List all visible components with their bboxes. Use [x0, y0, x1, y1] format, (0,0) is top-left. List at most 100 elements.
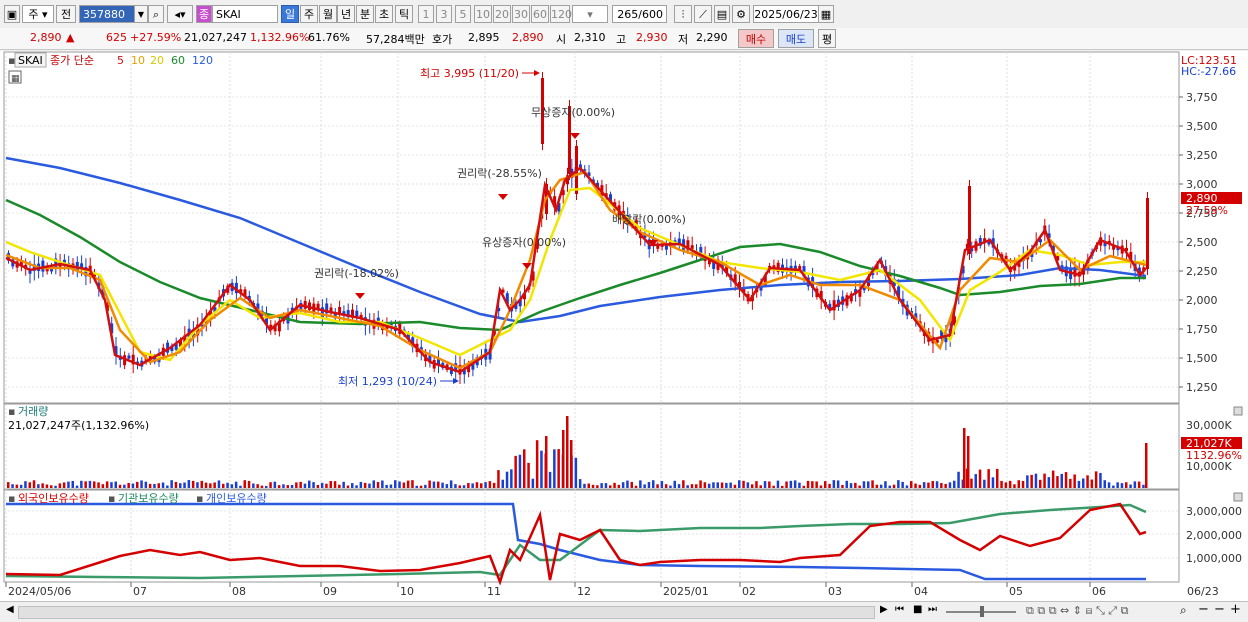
interval-button-20[interactable]: 20 — [493, 5, 511, 23]
last-page-icon[interactable]: ⏭ — [928, 604, 937, 615]
volume-bar — [342, 481, 345, 488]
volume-bar — [424, 484, 427, 488]
volume-bar — [819, 485, 823, 488]
zoom-slider-handle[interactable] — [980, 606, 984, 617]
volume-bar — [54, 485, 57, 488]
volume-bar — [19, 484, 23, 488]
volume-bar — [1125, 482, 1128, 488]
date-field[interactable]: 2025/06/23 — [753, 5, 819, 23]
volume-bar — [484, 482, 487, 488]
buy-button[interactable]: 매수 — [738, 29, 774, 48]
price-tick-label: 1,750 — [1186, 323, 1218, 336]
volume-bar — [290, 485, 294, 488]
volume-bar — [669, 485, 672, 488]
volume-bar — [295, 482, 298, 488]
volume-bar — [875, 484, 879, 488]
zoom-out-icon[interactable]: − — [1198, 602, 1209, 617]
interval-button-10[interactable]: 10 — [474, 5, 492, 23]
high-annotation: 최고 3,995 (11/20) — [420, 67, 519, 80]
hc-label: HC:-27.66 — [1181, 65, 1236, 78]
price-axis: 3,7503,5003,2503,0002,7502,5002,2502,000… — [1179, 91, 1218, 394]
period-button-6[interactable]: 틱 — [395, 5, 413, 23]
layout-icon[interactable]: ▣ — [4, 5, 20, 23]
settings-gear-icon[interactable]: ⚙ — [732, 5, 750, 23]
count-total: /600 — [638, 8, 663, 21]
first-page-icon[interactable]: ⏮ — [895, 604, 904, 615]
spike-body — [1146, 198, 1149, 269]
interval-button-3[interactable]: 3 — [436, 5, 452, 23]
price-tick-label: 3,250 — [1186, 149, 1218, 162]
volume-bar — [712, 482, 715, 488]
sell-button[interactable]: 매도 — [778, 29, 814, 48]
period-button-4[interactable]: 분 — [356, 5, 374, 23]
date-tick-label: 08 — [232, 585, 246, 598]
zoom-minus-icon[interactable]: − — [1214, 602, 1225, 617]
volume-bar — [1017, 480, 1020, 488]
layout-tools-icon[interactable]: ⧉ ⧉ ⧉ ⇔ ⇕ ⧈ ⤡ ⤢ ⧉ — [1026, 604, 1128, 618]
interval-input[interactable]: ▾ — [572, 5, 608, 23]
code-dropdown-icon[interactable]: ▼ — [134, 5, 148, 23]
period-button-1[interactable]: 주 — [300, 5, 318, 23]
volume-bar — [879, 484, 883, 488]
interval-button-60[interactable]: 60 — [531, 5, 549, 23]
scroll-track[interactable] — [18, 606, 875, 619]
volume-bar — [647, 482, 651, 488]
interval-button-120[interactable]: 120 — [550, 5, 572, 23]
volume-bar — [1034, 473, 1038, 488]
interval-button-1[interactable]: 1 — [418, 5, 434, 23]
volume-bar — [148, 483, 152, 488]
volume-bar — [768, 481, 771, 488]
zoom-search-icon[interactable]: ⌕ — [1180, 603, 1187, 618]
volume-bar — [793, 480, 797, 488]
volume-bar — [467, 482, 470, 488]
stock-code-input[interactable]: 357880 — [79, 5, 135, 23]
mode-select[interactable]: 주 ▾ — [22, 5, 54, 23]
open-label: 시 — [556, 33, 567, 46]
period-button-3[interactable]: 년 — [337, 5, 355, 23]
average-button[interactable]: 평 — [818, 29, 836, 48]
volume-bar — [871, 480, 874, 488]
price-tick-label: 1,250 — [1186, 381, 1218, 394]
volume-bar — [320, 482, 324, 488]
stop-icon[interactable]: ■ — [913, 604, 922, 615]
candle-body — [127, 355, 131, 359]
current-price: 2,890 — [30, 31, 62, 44]
candle-type-icon[interactable]: ⫶ — [674, 5, 692, 23]
count-field[interactable]: 265/600 — [612, 5, 667, 23]
save-icon[interactable]: ▤ — [714, 5, 730, 23]
volume-bar — [1090, 479, 1094, 488]
volume-bar — [978, 469, 982, 488]
period-button-0[interactable]: 일 — [281, 5, 299, 23]
volume-bar — [897, 480, 900, 488]
ma120-label: 120 — [192, 54, 213, 67]
prev-button[interactable]: 전 — [56, 5, 76, 23]
interval-button-5[interactable]: 5 — [455, 5, 471, 23]
period-button-5[interactable]: 초 — [375, 5, 393, 23]
period-button-2[interactable]: 월 — [319, 5, 337, 23]
zoom-in-icon[interactable]: + — [1230, 602, 1241, 617]
search-icon[interactable]: ⌕ — [148, 5, 164, 23]
calendar-icon[interactable]: ▦ — [818, 5, 834, 23]
price-tick-label: 3,750 — [1186, 91, 1218, 104]
scroll-right-icon[interactable]: ▶ — [880, 604, 888, 615]
legend-sep-2: ▪ — [196, 492, 203, 505]
stock-chart[interactable]: ▪ SKAI 종가 단순 5 10 20 60 120 ▦ LC:123.51 … — [0, 51, 1248, 601]
volume-bar — [931, 481, 934, 488]
line-tool-icon[interactable]: ⟋ — [694, 5, 712, 23]
volume-bar — [781, 485, 784, 488]
interval-button-30[interactable]: 30 — [512, 5, 530, 23]
volume-bar — [987, 469, 990, 488]
stock-name-field[interactable]: SKAI — [212, 5, 278, 23]
volume-bar — [983, 479, 986, 488]
volume-bar — [828, 483, 831, 488]
high-price: 2,930 — [636, 31, 668, 44]
volume-bar — [41, 483, 44, 488]
volume-panel-close-icon[interactable] — [1233, 406, 1243, 416]
volume-bar — [140, 480, 143, 488]
holdings-panel-close-icon[interactable] — [1233, 492, 1243, 502]
volume-bar — [308, 480, 311, 488]
speaker-icon[interactable]: ◂▾ — [167, 5, 193, 23]
scroll-left-icon[interactable]: ◀ — [6, 604, 14, 615]
volume-bar — [1142, 484, 1145, 488]
bonus-annotation: 무상증자(0.00%) — [531, 106, 615, 119]
